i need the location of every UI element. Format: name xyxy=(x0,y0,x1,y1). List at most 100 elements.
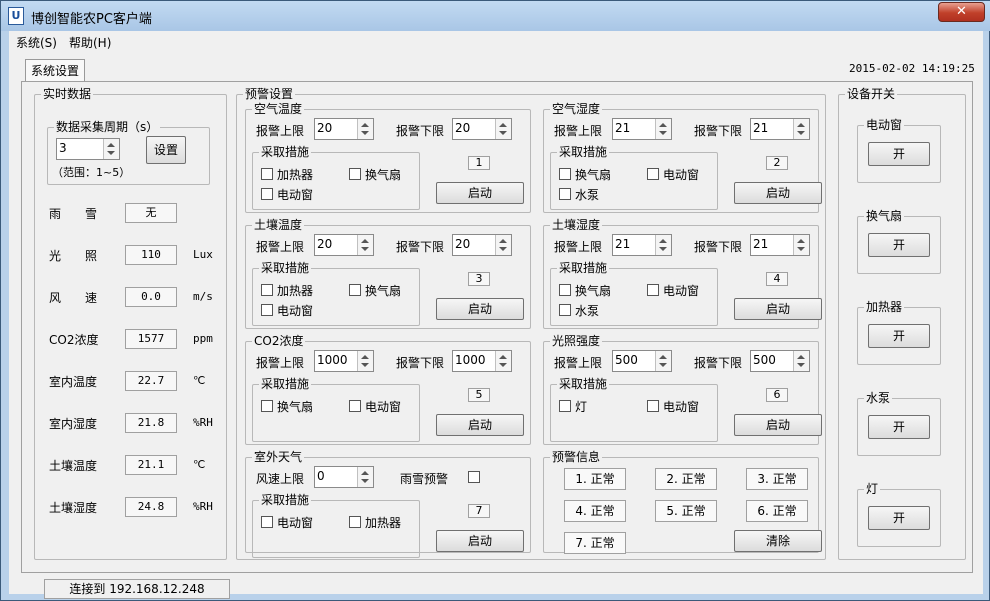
upper-spinner-3[interactable]: 21 xyxy=(612,234,672,256)
spin-down-icon[interactable] xyxy=(797,131,805,135)
start-button-0[interactable]: 启动 xyxy=(436,182,524,204)
wind-limit-spinner[interactable]: 0 xyxy=(314,466,374,488)
device-toggle-button-2[interactable]: 开 xyxy=(868,324,930,348)
spin-down-icon[interactable] xyxy=(499,131,507,135)
start-button-3[interactable]: 启动 xyxy=(734,298,822,320)
device-switch-group: 设备开关 电动窗开换气扇开加热器开水泵开灯开 xyxy=(838,87,966,560)
upper-spinner-1[interactable]: 21 xyxy=(612,118,672,140)
spinner-buttons[interactable] xyxy=(357,351,373,371)
spinner-buttons[interactable] xyxy=(655,235,671,255)
spinner-buttons[interactable] xyxy=(495,119,511,139)
outdoor-opt-window-checkbox[interactable] xyxy=(261,516,273,528)
spin-up-icon[interactable] xyxy=(659,123,667,127)
lower-spinner-2[interactable]: 20 xyxy=(452,234,512,256)
spinner-buttons[interactable] xyxy=(495,351,511,371)
device-toggle-button-3[interactable]: 开 xyxy=(868,415,930,439)
spin-up-icon[interactable] xyxy=(361,471,369,475)
measure-checkbox-1-2[interactable] xyxy=(559,188,571,200)
lower-spinner-1[interactable]: 21 xyxy=(750,118,810,140)
spin-up-icon[interactable] xyxy=(499,355,507,359)
start-button-2[interactable]: 启动 xyxy=(436,298,524,320)
spin-up-icon[interactable] xyxy=(659,239,667,243)
upper-spinner-0[interactable]: 20 xyxy=(314,118,374,140)
device-toggle-button-4[interactable]: 开 xyxy=(868,506,930,530)
menu-system[interactable]: 系统(S) xyxy=(16,34,57,51)
spin-up-icon[interactable] xyxy=(107,143,115,147)
start-button-4[interactable]: 启动 xyxy=(436,414,524,436)
spin-down-icon[interactable] xyxy=(499,247,507,251)
spin-down-icon[interactable] xyxy=(361,363,369,367)
start-button-1[interactable]: 启动 xyxy=(734,182,822,204)
measure-checkbox-1-1[interactable] xyxy=(647,168,659,180)
spinner-buttons[interactable] xyxy=(655,351,671,371)
start-button-5[interactable]: 启动 xyxy=(734,414,822,436)
measure-checkbox-4-0[interactable] xyxy=(261,400,273,412)
measure-checkbox-3-0[interactable] xyxy=(559,284,571,296)
spin-up-icon[interactable] xyxy=(361,239,369,243)
menu-help[interactable]: 帮助(H) xyxy=(69,34,111,51)
spin-up-icon[interactable] xyxy=(499,123,507,127)
clear-button[interactable]: 清除 xyxy=(734,530,822,552)
measure-checkbox-5-0[interactable] xyxy=(559,400,571,412)
close-button[interactable]: ✕ xyxy=(938,2,985,22)
measure-checkbox-0-2[interactable] xyxy=(261,188,273,200)
lower-spinner-0[interactable]: 20 xyxy=(452,118,512,140)
tab-system-settings[interactable]: 系统设置 xyxy=(25,59,85,81)
spin-down-icon[interactable] xyxy=(659,363,667,367)
device-toggle-button-0[interactable]: 开 xyxy=(868,142,930,166)
measure-checkbox-0-0[interactable] xyxy=(261,168,273,180)
spin-down-icon[interactable] xyxy=(361,247,369,251)
spinner-buttons[interactable] xyxy=(793,119,809,139)
measure-checkbox-3-2[interactable] xyxy=(559,304,571,316)
spin-down-icon[interactable] xyxy=(499,363,507,367)
upper-label-0: 报警上限 xyxy=(256,124,305,138)
spin-down-icon[interactable] xyxy=(797,247,805,251)
measure-checkbox-0-1[interactable] xyxy=(349,168,361,180)
upper-spinner-4[interactable]: 1000 xyxy=(314,350,374,372)
spin-up-icon[interactable] xyxy=(659,355,667,359)
measure-checkbox-1-0[interactable] xyxy=(559,168,571,180)
spin-down-icon[interactable] xyxy=(659,131,667,135)
rt-value-5: 21.8 xyxy=(125,413,177,433)
spinner-buttons[interactable] xyxy=(793,235,809,255)
spin-up-icon[interactable] xyxy=(797,239,805,243)
outdoor-opt-heater-checkbox[interactable] xyxy=(349,516,361,528)
period-spinner[interactable]: 3 xyxy=(56,138,120,160)
lower-value-5: 500 xyxy=(753,353,776,367)
spinner-buttons[interactable] xyxy=(103,139,119,159)
spin-up-icon[interactable] xyxy=(361,355,369,359)
upper-spinner-2[interactable]: 20 xyxy=(314,234,374,256)
measure-checkbox-2-2[interactable] xyxy=(261,304,273,316)
spin-up-icon[interactable] xyxy=(361,123,369,127)
measure-checkbox-2-1[interactable] xyxy=(349,284,361,296)
measure-label-3-1: 电动窗 xyxy=(663,284,700,298)
lower-spinner-5[interactable]: 500 xyxy=(750,350,810,372)
snow-alarm-checkbox[interactable] xyxy=(468,471,480,483)
upper-spinner-5[interactable]: 500 xyxy=(612,350,672,372)
spin-down-icon[interactable] xyxy=(659,247,667,251)
spin-up-icon[interactable] xyxy=(797,355,805,359)
spinner-buttons[interactable] xyxy=(655,119,671,139)
spin-down-icon[interactable] xyxy=(797,363,805,367)
device-toggle-button-1[interactable]: 开 xyxy=(868,233,930,257)
measure-checkbox-5-1[interactable] xyxy=(647,400,659,412)
spinner-buttons[interactable] xyxy=(357,467,373,487)
outdoor-start-button[interactable]: 启动 xyxy=(436,530,524,552)
outdoor-title: 室外天气 xyxy=(252,450,305,464)
spin-up-icon[interactable] xyxy=(499,239,507,243)
measure-checkbox-4-1[interactable] xyxy=(349,400,361,412)
spinner-buttons[interactable] xyxy=(793,351,809,371)
alarm-panel-1: 空气湿度 报警上限 21 报警下限 21 采取措施 换气扇 电动窗 水泵 2 启动 xyxy=(543,102,822,213)
spin-up-icon[interactable] xyxy=(797,123,805,127)
spinner-buttons[interactable] xyxy=(495,235,511,255)
measure-checkbox-3-1[interactable] xyxy=(647,284,659,296)
spinner-buttons[interactable] xyxy=(357,235,373,255)
lower-spinner-3[interactable]: 21 xyxy=(750,234,810,256)
spin-down-icon[interactable] xyxy=(361,131,369,135)
lower-spinner-4[interactable]: 1000 xyxy=(452,350,512,372)
measure-checkbox-2-0[interactable] xyxy=(261,284,273,296)
set-button[interactable]: 设置 xyxy=(146,136,186,164)
spinner-buttons[interactable] xyxy=(357,119,373,139)
spin-down-icon[interactable] xyxy=(361,479,369,483)
spin-down-icon[interactable] xyxy=(107,151,115,155)
